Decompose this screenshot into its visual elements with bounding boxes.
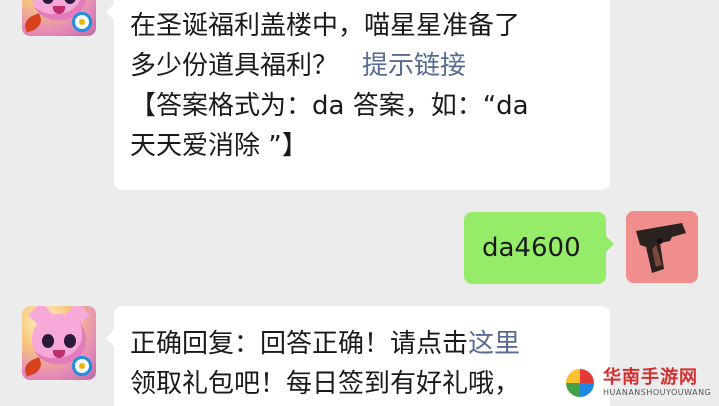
game-badge-icon [72, 12, 92, 32]
leaf-icon [22, 13, 44, 33]
game-badge-icon [72, 356, 92, 376]
gun-avatar-icon [626, 211, 698, 283]
message-bubble-reply[interactable]: 正确回复：回答正确！请点击这里 领取礼包吧！每日签到有好礼哦， [106, 306, 610, 406]
leaf-icon [22, 357, 44, 377]
bubble-tail [606, 236, 614, 252]
eye-shape [64, 0, 76, 4]
claim-link[interactable]: 这里 [468, 329, 520, 359]
message-line: 领取礼包吧！每日签到有好礼哦， [130, 369, 521, 399]
mouth-shape [53, 6, 65, 14]
message-text: 多少份道具福利？ [130, 51, 339, 81]
message-line: 多少份道具福利？ 提示链接 [130, 46, 592, 86]
bubble-tail [106, 4, 114, 20]
message-line: 正确回复：回答正确！请点击这里 [130, 324, 598, 364]
message-line: 【答案格式为：da 答案，如：“da [130, 91, 529, 121]
hint-link[interactable]: 提示链接 [362, 51, 466, 81]
mouth-shape [53, 350, 65, 358]
message-bubble-question[interactable]: 在圣诞福利盖楼中，喵星星准备了 多少份道具福利？ 提示链接 【答案格式为：da 答… [106, 0, 610, 190]
eye-shape [64, 334, 76, 348]
message-line: 天天爱消除 ”】 [130, 131, 308, 161]
bubble-tail [106, 330, 114, 346]
sender-avatar[interactable] [22, 306, 96, 380]
site-watermark: 华南手游网 HUANANSHOUYOUWANG [563, 362, 713, 404]
sender-avatar[interactable] [22, 0, 96, 36]
my-avatar[interactable] [626, 211, 698, 283]
eye-shape [42, 334, 54, 348]
answer-text: da4600 [482, 233, 581, 263]
message-text: 正确回复：回答正确！请点击 [130, 329, 469, 359]
watermark-text: 华南手游网 HUANANSHOUYOUWANG [603, 368, 711, 398]
message-line: 在圣诞福利盖楼中，喵星星准备了 [130, 11, 521, 41]
message-bubble-answer[interactable]: da4600 [464, 212, 614, 284]
watermark-title: 华南手游网 [603, 367, 698, 388]
eye-shape [42, 0, 54, 4]
site-logo-icon [563, 366, 597, 400]
watermark-subtitle: HUANANSHOUYOUWANG [603, 388, 712, 397]
